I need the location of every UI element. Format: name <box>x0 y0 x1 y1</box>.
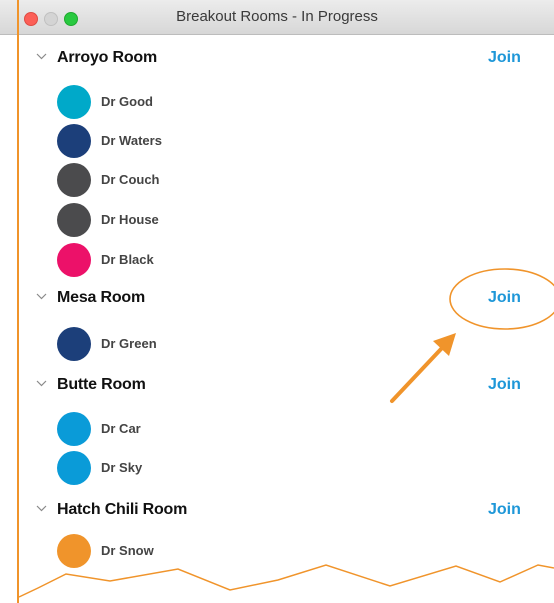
arrow-shaft <box>390 346 444 403</box>
highlight-ellipse <box>449 268 554 330</box>
torn-edge-fill <box>19 565 554 603</box>
breakout-rooms-window: Breakout Rooms - In Progress Arroyo Room… <box>0 0 554 603</box>
annotation-layer <box>18 268 554 603</box>
